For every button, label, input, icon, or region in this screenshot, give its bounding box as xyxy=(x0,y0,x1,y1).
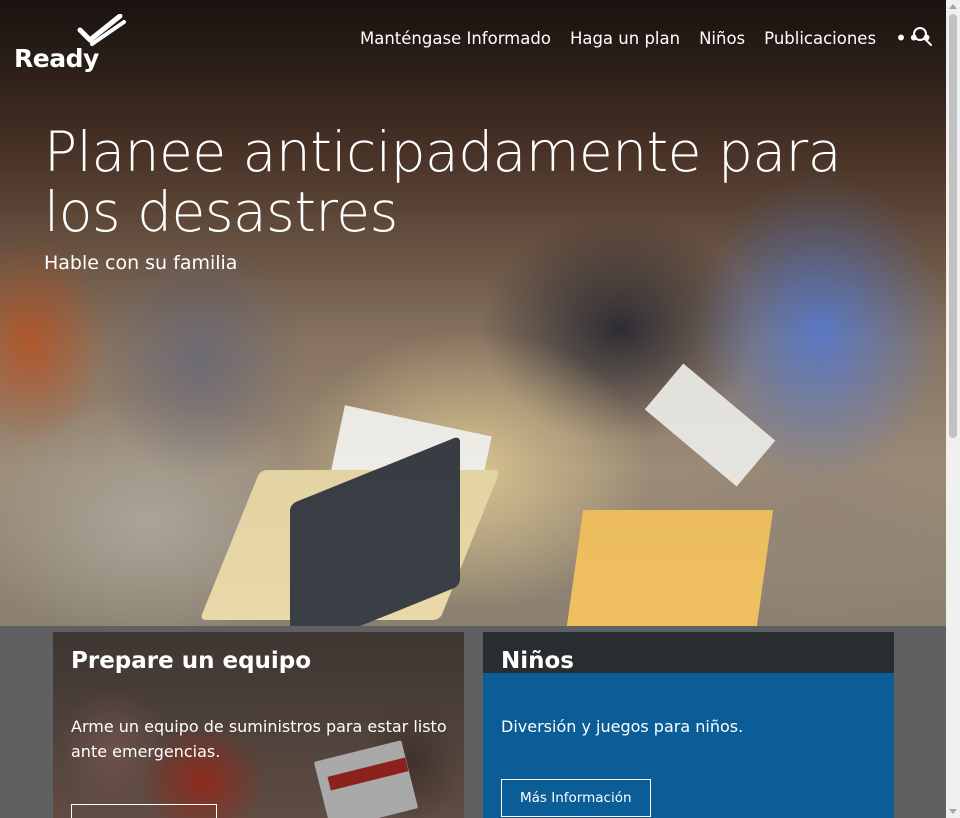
ready-logo[interactable]: Ready xyxy=(14,14,126,76)
hero-banner: Planee anticipadamente para los desastre… xyxy=(0,0,946,626)
search-icon[interactable] xyxy=(912,26,932,46)
card-title: Niños xyxy=(501,648,574,674)
card-more-info-button[interactable]: Más Información xyxy=(501,779,651,817)
nav-item-haga-un-plan[interactable]: Haga un plan xyxy=(570,29,680,48)
hero-subtitle: Hable con su familia xyxy=(44,252,238,274)
hero-title: Planee anticipadamente para los desastre… xyxy=(44,120,841,244)
card-text: Diversión y juegos para niños. xyxy=(501,717,744,736)
nav-item-ninos[interactable]: Niños xyxy=(699,29,745,48)
card-more-info-button[interactable] xyxy=(71,804,217,818)
main-nav: Manténgase Informado Haga un plan Niños … xyxy=(360,26,957,50)
logo-text: Ready xyxy=(14,44,99,73)
scroll-down-icon[interactable] xyxy=(949,809,957,814)
card-text: Arme un equipo de suministros para estar… xyxy=(71,717,447,761)
nav-item-manténgase-informado[interactable]: Manténgase Informado xyxy=(360,29,551,48)
hero-overlay xyxy=(0,0,946,626)
scroll-up-icon[interactable] xyxy=(949,4,957,9)
card-title: Prepare un equipo xyxy=(71,648,312,674)
checkmark-icon xyxy=(77,14,126,46)
card-kids: Niños Diversión y juegos para niños. Más… xyxy=(483,632,894,818)
scroll-thumb[interactable] xyxy=(949,14,957,438)
scrollbar[interactable] xyxy=(946,0,960,818)
card-prepare-kit: Prepare un equipo Arme un equipo de sumi… xyxy=(53,632,464,818)
nav-item-publicaciones[interactable]: Publicaciones xyxy=(764,29,876,48)
